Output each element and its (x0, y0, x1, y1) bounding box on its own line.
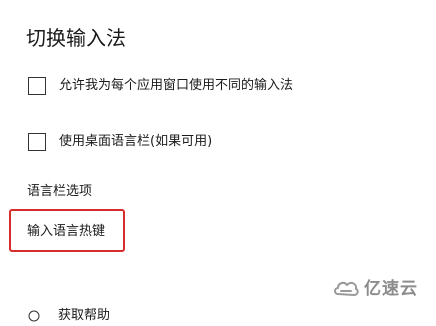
desktop-language-bar-label[interactable]: 使用桌面语言栏(如果可用) (59, 132, 212, 152)
get-help-label[interactable]: 获取帮助 (58, 306, 110, 326)
watermark: 亿速云 (332, 277, 418, 301)
help-icon (28, 310, 40, 322)
per-app-input-checkbox[interactable] (28, 77, 46, 95)
input-language-hotkeys-link[interactable]: 输入语言热键 (27, 222, 105, 242)
language-bar-options-link[interactable]: 语言栏选项 (27, 182, 92, 202)
watermark-text: 亿速云 (364, 279, 418, 299)
get-help-link[interactable]: 获取帮助 (28, 306, 110, 326)
desktop-language-bar-checkbox[interactable] (28, 133, 46, 151)
per-app-input-label[interactable]: 允许我为每个应用窗口使用不同的输入法 (59, 76, 293, 96)
per-app-input-option[interactable]: 允许我为每个应用窗口使用不同的输入法 (28, 76, 293, 96)
page-title: 切换输入法 (26, 26, 126, 50)
desktop-language-bar-option[interactable]: 使用桌面语言栏(如果可用) (28, 132, 212, 152)
cloud-logo-icon (334, 281, 359, 296)
